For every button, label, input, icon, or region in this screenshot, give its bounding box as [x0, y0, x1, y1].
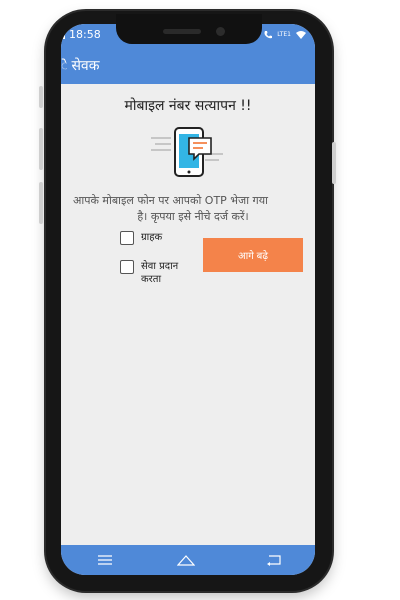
app-title: े सेवक [61, 56, 99, 75]
otp-message-line2: है। कृपया इसे नीचे दर्ज करें। [137, 210, 249, 223]
page-title: मोबाइल नंबर सत्यापन !! [124, 98, 252, 114]
side-button-hardware [332, 142, 336, 184]
app-title-text: सेवक [71, 58, 100, 74]
customer-checkbox[interactable] [120, 231, 134, 245]
phone-message-illustration [151, 127, 223, 177]
power-button-hardware [39, 182, 43, 224]
call-icon [264, 31, 273, 39]
menu-icon[interactable] [96, 553, 114, 567]
status-time: 18:58 [69, 27, 101, 41]
signal-icon [61, 29, 65, 39]
network-label: LTE1 [277, 31, 291, 38]
customer-checkbox-label: ग्राहक [141, 232, 163, 243]
next-button[interactable]: आगे बढ़े [203, 238, 303, 272]
provider-checkbox[interactable] [120, 260, 134, 274]
provider-checkbox-row[interactable]: सेवा प्रदान करता [120, 260, 201, 286]
app-title-clipped: े [61, 58, 67, 74]
provider-checkbox-label: सेवा प्रदान करता [141, 261, 179, 285]
phone-notch [116, 14, 262, 44]
verification-content: मोबाइल नंबर सत्यापन !! आपके मोबाइल फोन प… [61, 84, 315, 545]
speaker-slot [163, 29, 201, 34]
back-icon[interactable] [265, 553, 283, 567]
phone-screen: 18:58 LTE1 े सेवक मोबाइल नंबर सत्यापन !! [61, 24, 315, 575]
wifi-icon [296, 31, 306, 39]
status-icons: LTE1 [263, 28, 307, 42]
otp-message-line1: आपके मोबाइल फोन पर आपको OTP भेजा गया [73, 194, 268, 207]
home-icon[interactable] [177, 553, 195, 567]
otp-message: आपके मोबाइल फोन पर आपको OTP भेजा गया है।… [61, 193, 315, 225]
front-camera [216, 27, 225, 36]
volume-up-button-hardware [39, 86, 43, 108]
system-nav-bar [61, 545, 315, 575]
volume-down-button-hardware [39, 128, 43, 170]
customer-checkbox-row[interactable]: ग्राहक [120, 231, 201, 245]
status-time-group: 18:58 [61, 27, 101, 41]
